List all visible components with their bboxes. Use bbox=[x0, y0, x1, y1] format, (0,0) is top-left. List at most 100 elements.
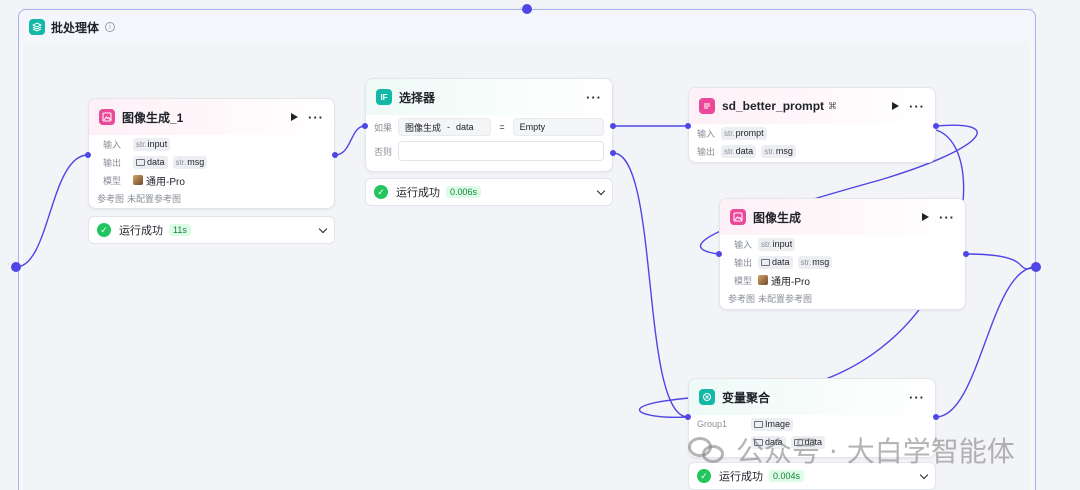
run-status-1[interactable]: ✓ 运行成功 11s bbox=[88, 216, 335, 244]
output-tag-msg: str. msg bbox=[797, 255, 833, 269]
model-label: 模型 bbox=[734, 275, 753, 286]
image-type-icon bbox=[754, 420, 763, 428]
output-value: msg bbox=[187, 157, 205, 167]
ref-value: 未配置参考图 bbox=[758, 293, 813, 304]
image-type-icon bbox=[136, 158, 145, 166]
more-icon[interactable]: ··· bbox=[909, 391, 925, 404]
node-output-port[interactable] bbox=[963, 251, 969, 257]
node-header: 变量聚合 ··· bbox=[689, 379, 935, 415]
input-tag: str. input bbox=[133, 137, 171, 151]
node-input-port[interactable] bbox=[685, 123, 691, 129]
input-row: 输入 str. input bbox=[734, 235, 965, 253]
ref-row: 参考图 未配置参考图 bbox=[728, 289, 965, 307]
image-icon bbox=[730, 209, 746, 225]
more-icon[interactable]: ··· bbox=[308, 111, 324, 124]
input-row: 输入 str. prompt bbox=[697, 124, 935, 142]
output-tag-data: str. data bbox=[721, 144, 757, 158]
input-value: prompt bbox=[735, 128, 764, 138]
cond-sep: - bbox=[447, 122, 451, 132]
input-label: 输入 bbox=[734, 239, 753, 250]
type-prefix: str. bbox=[764, 146, 775, 156]
play-icon[interactable] bbox=[892, 102, 899, 110]
more-icon[interactable]: ··· bbox=[586, 91, 602, 104]
node-title: sd_better_prompt bbox=[722, 99, 825, 113]
status-text: 运行成功 bbox=[719, 471, 763, 483]
image-icon bbox=[99, 109, 115, 125]
input-row: 输入 str. input bbox=[103, 135, 334, 153]
more-icon[interactable]: ··· bbox=[939, 211, 955, 224]
output-value: data bbox=[772, 257, 790, 267]
output-tag-msg: str. msg bbox=[172, 155, 208, 169]
node-title: 选择器 bbox=[399, 90, 436, 105]
play-icon[interactable] bbox=[291, 113, 298, 121]
node-output-port[interactable] bbox=[933, 414, 939, 420]
check-icon: ✓ bbox=[97, 223, 111, 237]
model-value: 通用-Pro bbox=[771, 276, 810, 288]
ref-label: 参考图 bbox=[97, 193, 125, 204]
node-input-port[interactable] bbox=[685, 414, 691, 420]
output-label: 输出 bbox=[697, 146, 716, 157]
output-value: msg bbox=[775, 146, 793, 156]
cond-right: Empty bbox=[519, 122, 546, 132]
image-gen-1-node[interactable]: 图像生成_1 ··· 输入 str. input 输出 data str. msg … bbox=[88, 98, 335, 209]
output-value: data bbox=[147, 157, 165, 167]
if-label: 如果 bbox=[374, 122, 393, 133]
cond-operator: = bbox=[499, 122, 505, 132]
batch-output-port[interactable] bbox=[1031, 262, 1041, 272]
play-icon[interactable] bbox=[922, 213, 929, 221]
status-time: 11s bbox=[169, 224, 191, 236]
group-type-tag: Image bbox=[751, 417, 794, 431]
model-label: 模型 bbox=[103, 175, 122, 186]
else-field[interactable] bbox=[398, 141, 604, 161]
batch-top-port[interactable] bbox=[522, 4, 532, 14]
model-row: 模型 通用-Pro bbox=[734, 271, 965, 289]
run-status-selector[interactable]: ✓ 运行成功 0.006s bbox=[365, 178, 613, 206]
input-value: input bbox=[772, 239, 793, 249]
chevron-down-icon[interactable] bbox=[596, 186, 606, 195]
sd-better-prompt-node[interactable]: sd_better_prompt ⌘ ··· 输入 str. prompt 输出 … bbox=[688, 87, 936, 163]
condition-left-field[interactable]: 图像生成 - data bbox=[398, 118, 492, 136]
type-prefix: str. bbox=[724, 146, 735, 156]
node-output-port[interactable] bbox=[933, 123, 939, 129]
status-time: 0.004s bbox=[769, 470, 805, 482]
model-avatar bbox=[758, 275, 768, 285]
node-header: IF 选择器 ··· bbox=[366, 79, 612, 115]
more-icon[interactable]: ··· bbox=[909, 100, 925, 113]
chevron-down-icon[interactable] bbox=[318, 224, 328, 233]
node-input-port[interactable] bbox=[362, 123, 368, 129]
aggregate-icon bbox=[699, 389, 715, 405]
input-value: input bbox=[147, 139, 168, 149]
model-value: 通用-Pro bbox=[146, 176, 185, 188]
image-gen-node[interactable]: 图像生成 ··· 输入 str. input 输出 data str. msg 模型… bbox=[719, 198, 966, 310]
if-row: 如果 图像生成 - data = Empty bbox=[374, 115, 604, 139]
else-output-port[interactable] bbox=[610, 150, 616, 156]
if-output-port[interactable] bbox=[610, 123, 616, 129]
watermark: 公众号 · 大白学智能体 bbox=[688, 430, 1015, 470]
chevron-down-icon[interactable] bbox=[919, 470, 929, 479]
node-title: 图像生成_1 bbox=[122, 110, 184, 125]
wechat-icon bbox=[688, 435, 728, 465]
output-row: 输出 str. data str. msg bbox=[697, 142, 935, 160]
node-input-port[interactable] bbox=[85, 152, 91, 158]
type-prefix: str. bbox=[136, 139, 147, 149]
output-row: 输出 data str. msg bbox=[103, 153, 334, 171]
node-title: 变量聚合 bbox=[722, 390, 771, 405]
node-input-port[interactable] bbox=[716, 251, 722, 257]
condition-right-field[interactable]: Empty bbox=[512, 118, 604, 136]
type-prefix: str. bbox=[175, 157, 187, 167]
plugin-icon: ⌘ bbox=[828, 100, 838, 111]
input-label: 输入 bbox=[103, 139, 122, 150]
output-label: 输出 bbox=[734, 257, 753, 268]
else-row: 否则 bbox=[374, 139, 604, 163]
node-output-port[interactable] bbox=[332, 152, 338, 158]
check-icon: ✓ bbox=[697, 469, 711, 483]
else-label: 否则 bbox=[374, 146, 393, 157]
batch-input-port[interactable] bbox=[11, 262, 21, 272]
watermark-text: 公众号 · 大白学智能体 bbox=[736, 435, 1015, 468]
selector-node[interactable]: IF 选择器 ··· 如果 图像生成 - data = Empty 否则 bbox=[365, 78, 613, 172]
type-prefix: str. bbox=[761, 239, 772, 249]
input-tag: str. prompt bbox=[721, 126, 767, 140]
node-header: 图像生成_1 ··· bbox=[89, 99, 334, 135]
group-label: Group1 bbox=[697, 419, 728, 429]
ref-row: 参考图 未配置参考图 bbox=[97, 189, 334, 207]
